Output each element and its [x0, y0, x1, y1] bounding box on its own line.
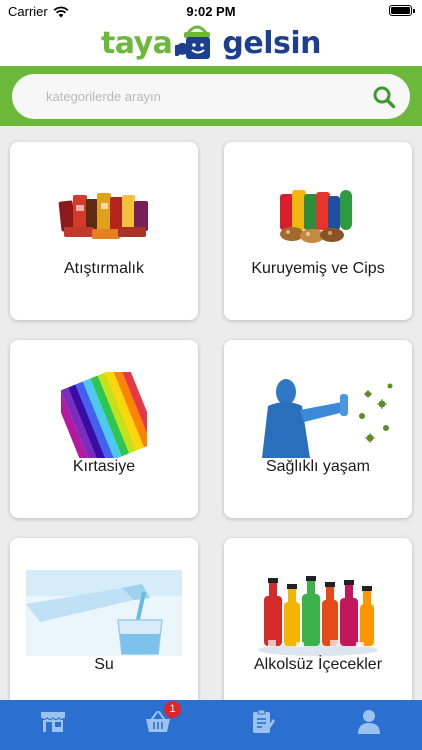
colored-pencils-image: [10, 370, 198, 460]
logo-bag-icon: [174, 23, 220, 63]
tab-orders[interactable]: [247, 706, 279, 738]
app-logo: taya gelsin: [100, 23, 322, 63]
tab-profile[interactable]: [353, 706, 385, 738]
category-label: Sağlıklı yaşam: [265, 458, 371, 475]
bottom-tab-bar: 1: [0, 700, 422, 750]
tab-store[interactable]: [37, 706, 69, 738]
tab-basket[interactable]: 1: [142, 701, 181, 738]
category-card-soft-drinks[interactable]: Alkolsüz İçecekler: [224, 538, 412, 700]
search-input[interactable]: [46, 74, 366, 119]
snacks-image: [10, 172, 198, 262]
logo-text-left: taya: [100, 25, 173, 61]
water-image: [10, 568, 198, 658]
store-icon: [40, 712, 66, 732]
category-card-healthy-living[interactable]: Sağlıklı yaşam: [224, 340, 412, 518]
category-label: Alkolsüz İçecekler: [253, 656, 383, 673]
order-list-icon: [253, 709, 275, 733]
category-label: Atıştırmalık: [63, 260, 144, 277]
search-icon[interactable]: [372, 85, 396, 109]
search-bar: [0, 66, 422, 126]
category-card-stationery[interactable]: Kırtasiye: [10, 340, 198, 518]
category-label: Kuruyemiş ve Cips: [251, 260, 385, 277]
category-label: Kırtasiye: [72, 458, 136, 475]
user-icon: [358, 710, 380, 734]
healthy-living-image: [224, 370, 412, 460]
soft-drinks-image: [224, 568, 412, 658]
brand-header: taya gelsin: [0, 20, 422, 66]
category-card-snacks[interactable]: Atıştırmalık: [10, 142, 198, 320]
category-card-nuts-chips[interactable]: Kuruyemiş ve Cips: [224, 142, 412, 320]
basket-count-badge: 1: [164, 701, 181, 718]
category-label: Su: [94, 656, 114, 673]
category-card-water[interactable]: Su: [10, 538, 198, 700]
nuts-chips-image: [224, 172, 412, 262]
battery-icon: [389, 5, 415, 16]
logo-text-right: gelsin: [222, 25, 322, 61]
category-grid: Atıştırmalık Kuruyemiş ve Cips Kırtasiye…: [0, 126, 422, 700]
search-box: [12, 74, 410, 119]
status-time: 9:02 PM: [186, 4, 236, 19]
status-bar: Carrier 9:02 PM: [0, 0, 422, 22]
